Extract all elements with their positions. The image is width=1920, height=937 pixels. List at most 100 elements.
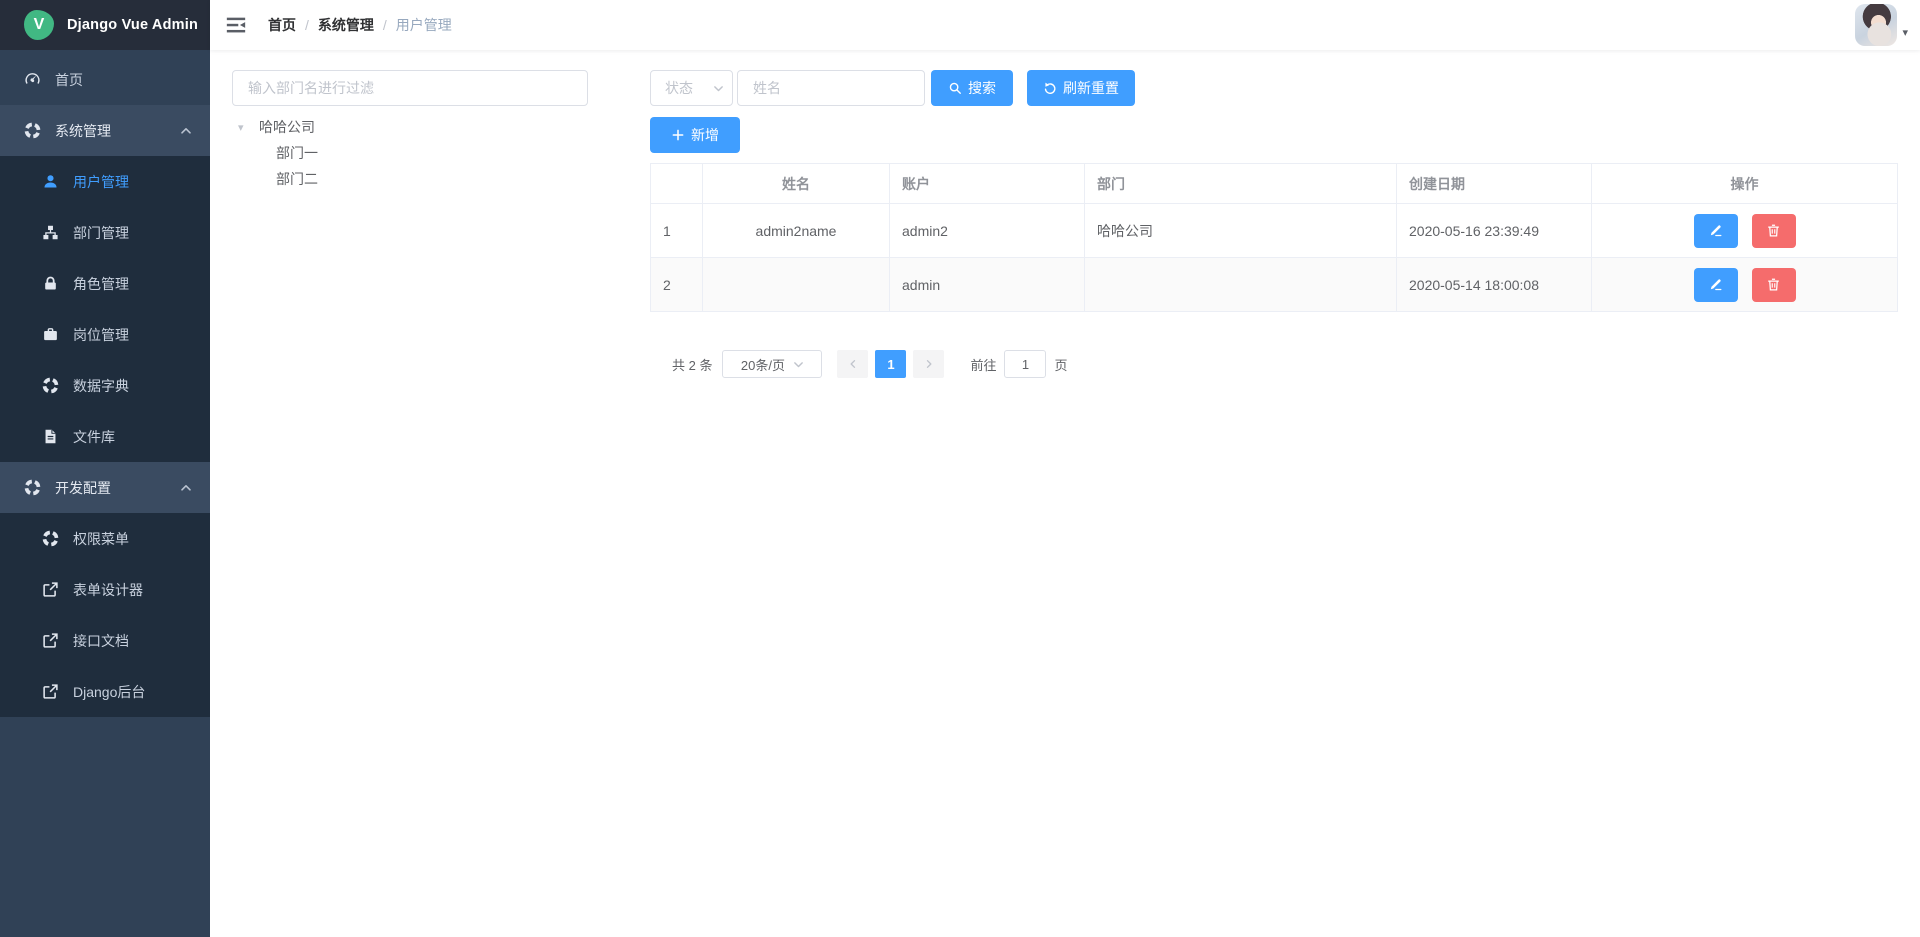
sidebar-item-permission-menu[interactable]: 权限菜单: [0, 513, 210, 564]
main-area: 首页 / 系统管理 / 用户管理 ▾ ▾ 哈哈公司: [210, 0, 1920, 937]
sidebar-item-home[interactable]: 首页: [0, 54, 210, 105]
edit-icon: [1708, 277, 1723, 292]
col-account: 账户: [890, 164, 1085, 204]
edit-button[interactable]: [1694, 268, 1738, 302]
tree-icon: [42, 224, 59, 241]
sidebar-item-users[interactable]: 用户管理: [0, 156, 210, 207]
tree-node-dept-2[interactable]: 部门二: [232, 166, 588, 192]
table-actions: 新增: [650, 117, 1898, 153]
status-select-value: 状态: [665, 78, 713, 98]
cell-created: 2020-05-14 18:00:08: [1397, 258, 1592, 312]
page-size-value: 20条/页: [741, 355, 785, 374]
navbar: 首页 / 系统管理 / 用户管理 ▾: [210, 0, 1920, 50]
cell-created: 2020-05-16 23:39:49: [1397, 204, 1592, 258]
breadcrumb: 首页 / 系统管理 / 用户管理: [268, 15, 452, 35]
sidebar-menu: 首页 系统管理 用户管理 部门管理 角色管理 岗位管理: [0, 50, 210, 717]
sidebar-item-api-docs[interactable]: 接口文档: [0, 615, 210, 666]
breadcrumb-separator: /: [383, 17, 387, 33]
breadcrumb-item-system[interactable]: 系统管理: [318, 15, 374, 35]
cell-index: 2: [651, 258, 703, 312]
cell-index: 1: [651, 204, 703, 258]
pagination-total: 共 2 条: [672, 355, 712, 374]
sidebar-item-django-admin[interactable]: Django后台: [0, 666, 210, 717]
sidebar-item-dictionary[interactable]: 数据字典: [0, 360, 210, 411]
component-icon: [42, 530, 59, 547]
sidebar-item-form-designer[interactable]: 表单设计器: [0, 564, 210, 615]
chevron-up-icon: [180, 125, 192, 137]
chevron-left-icon: [848, 359, 858, 369]
col-actions: 操作: [1592, 164, 1898, 204]
delete-button[interactable]: [1752, 214, 1796, 248]
sidebar: V Django Vue Admin 首页 系统管理 用户管理 部门管理: [0, 0, 210, 937]
cell-department: [1085, 258, 1397, 312]
tree-node-label: 部门二: [276, 169, 318, 189]
page-number-1[interactable]: 1: [875, 350, 906, 378]
table-row: 1 admin2name admin2 哈哈公司 2020-05-16 23:3…: [651, 204, 1898, 258]
delete-button[interactable]: [1752, 268, 1796, 302]
department-tree: ▾ 哈哈公司 部门一 部门二: [232, 114, 588, 192]
dashboard-icon: [24, 71, 41, 88]
refresh-reset-button[interactable]: 刷新重置: [1027, 70, 1135, 106]
tree-node-label: 部门一: [276, 143, 318, 163]
page-unit-label: 页: [1054, 355, 1067, 374]
caret-down-icon[interactable]: ▾: [1902, 26, 1908, 39]
component-icon: [24, 122, 41, 139]
goto-label: 前往: [970, 355, 996, 374]
sidebar-collapse-button[interactable]: [225, 14, 247, 36]
add-user-button[interactable]: 新增: [650, 117, 740, 153]
user-icon: [42, 173, 59, 190]
edit-icon: [1708, 223, 1723, 238]
briefcase-icon: [42, 326, 59, 343]
sidebar-item-departments[interactable]: 部门管理: [0, 207, 210, 258]
table-row: 2 admin 2020-05-14 18:00:08: [651, 258, 1898, 312]
cell-actions: [1592, 258, 1898, 312]
next-page-button[interactable]: [913, 350, 944, 378]
plus-icon: [671, 128, 685, 142]
name-search-input[interactable]: [737, 70, 925, 106]
search-toolbar: 状态 搜索 刷新重置: [650, 70, 1898, 106]
navbar-right: ▾: [1855, 4, 1908, 46]
users-table: 姓名 账户 部门 创建日期 操作 1 admin2name admin2 哈哈公: [650, 163, 1898, 312]
chevron-right-icon: [924, 359, 934, 369]
department-panel: ▾ 哈哈公司 部门一 部门二: [232, 70, 588, 192]
chevron-up-icon: [180, 482, 192, 494]
edit-button[interactable]: [1694, 214, 1738, 248]
refresh-icon: [1043, 81, 1057, 95]
logo-letter: V: [34, 16, 45, 34]
tree-node-dept-1[interactable]: 部门一: [232, 140, 588, 166]
breadcrumb-separator: /: [305, 17, 309, 33]
table-header-row: 姓名 账户 部门 创建日期 操作: [651, 164, 1898, 204]
pagination: 共 2 条 20条/页 1 前往 页: [650, 350, 1898, 378]
trash-icon: [1766, 223, 1781, 238]
caret-down-icon[interactable]: ▾: [238, 121, 252, 134]
sidebar-item-roles[interactable]: 角色管理: [0, 258, 210, 309]
breadcrumb-item-home[interactable]: 首页: [268, 15, 296, 35]
col-created: 创建日期: [1397, 164, 1592, 204]
search-button[interactable]: 搜索: [931, 70, 1013, 106]
goto-page-input[interactable]: [1004, 350, 1046, 378]
col-index: [651, 164, 703, 204]
tree-node-company[interactable]: ▾ 哈哈公司: [232, 114, 588, 140]
status-select[interactable]: 状态: [650, 70, 733, 106]
prev-page-button[interactable]: [837, 350, 868, 378]
tree-node-label: 哈哈公司: [259, 117, 315, 137]
document-icon: [42, 428, 59, 445]
page-size-select[interactable]: 20条/页: [722, 350, 822, 378]
sidebar-group-devconfig[interactable]: 开发配置: [0, 462, 210, 513]
external-link-icon: [42, 581, 59, 598]
col-name: 姓名: [703, 164, 890, 204]
dept-filter-input[interactable]: [232, 70, 588, 106]
component-icon: [24, 479, 41, 496]
vue-logo-icon: V: [24, 10, 54, 40]
cell-name: [703, 258, 890, 312]
user-avatar[interactable]: [1855, 4, 1897, 46]
page-content: ▾ 哈哈公司 部门一 部门二 状态: [210, 50, 1920, 378]
cell-name: admin2name: [703, 204, 890, 258]
app-title: Django Vue Admin: [67, 17, 198, 33]
sidebar-item-files[interactable]: 文件库: [0, 411, 210, 462]
sidebar-group-system[interactable]: 系统管理: [0, 105, 210, 156]
app-logo[interactable]: V Django Vue Admin: [0, 0, 210, 50]
search-icon: [948, 81, 962, 95]
sidebar-item-positions[interactable]: 岗位管理: [0, 309, 210, 360]
cell-account: admin2: [890, 204, 1085, 258]
